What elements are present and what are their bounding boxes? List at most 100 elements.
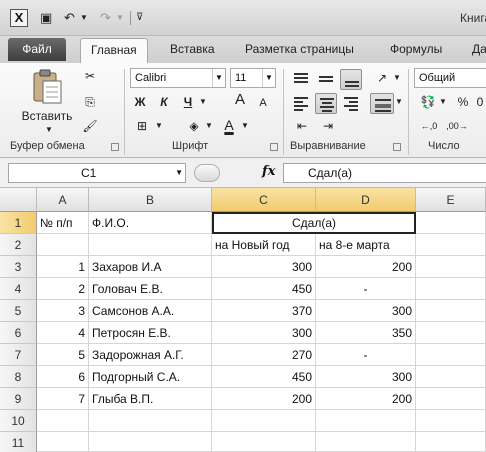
cell-e2[interactable] bbox=[416, 234, 486, 256]
cell-e1[interactable] bbox=[416, 212, 486, 234]
cell-a8[interactable]: 6 bbox=[37, 366, 89, 388]
cell-d5[interactable]: 300 bbox=[316, 300, 416, 322]
column-header-e[interactable]: E bbox=[416, 188, 486, 212]
cell-b7[interactable]: Задорожная А.Г. bbox=[89, 344, 212, 366]
row-header[interactable]: 8 bbox=[0, 366, 37, 388]
underline-button[interactable]: Ч bbox=[180, 93, 196, 113]
row-header[interactable]: 10 bbox=[0, 410, 37, 432]
cell-c7[interactable]: 270 bbox=[212, 344, 316, 366]
number-format-combo[interactable]: Общий bbox=[414, 68, 486, 88]
borders-icon[interactable]: ⊞ bbox=[132, 117, 152, 137]
cell-d9[interactable]: 200 bbox=[316, 388, 416, 410]
format-painter-icon[interactable]: 🖌 bbox=[80, 117, 100, 137]
tab-insert[interactable]: Вставка bbox=[170, 38, 215, 63]
row-header[interactable]: 11 bbox=[0, 432, 37, 452]
copy-icon[interactable]: ⎘ bbox=[80, 93, 100, 113]
chevron-down-icon[interactable]: ▼ bbox=[262, 69, 275, 87]
cell-a9[interactable]: 7 bbox=[37, 388, 89, 410]
cell-e7[interactable] bbox=[416, 344, 486, 366]
align-left-icon[interactable] bbox=[290, 93, 312, 114]
tab-page-layout[interactable]: Разметка страницы bbox=[245, 38, 354, 63]
cell-b10[interactable] bbox=[89, 410, 212, 432]
row-header[interactable]: 4 bbox=[0, 278, 37, 300]
row-header[interactable]: 5 bbox=[0, 300, 37, 322]
formula-bar-handle-icon[interactable] bbox=[194, 164, 220, 182]
fill-color-icon[interactable]: ◈ bbox=[184, 117, 204, 137]
cell-c11[interactable] bbox=[212, 432, 316, 452]
font-name-combo[interactable]: Calibri ▼ bbox=[130, 68, 226, 88]
underline-dropdown-icon[interactable]: ▼ bbox=[198, 93, 208, 113]
cell-c8[interactable]: 450 bbox=[212, 366, 316, 388]
currency-icon[interactable]: 💱 bbox=[418, 93, 438, 113]
cell-b6[interactable]: Петросян Е.В. bbox=[89, 322, 212, 344]
cell-d10[interactable] bbox=[316, 410, 416, 432]
cell-d11[interactable] bbox=[316, 432, 416, 452]
column-header-b[interactable]: B bbox=[89, 188, 212, 212]
cell-a7[interactable]: 5 bbox=[37, 344, 89, 366]
redo-icon[interactable]: ↷ bbox=[100, 9, 111, 27]
formula-input[interactable]: Сдал(а) bbox=[283, 163, 486, 183]
cell-a1[interactable]: № п/п bbox=[37, 212, 89, 234]
cell-b1[interactable]: Ф.И.О. bbox=[89, 212, 212, 234]
redo-dropdown-icon[interactable]: ▼ bbox=[116, 9, 124, 27]
italic-button[interactable]: К bbox=[156, 93, 172, 113]
align-top-icon[interactable] bbox=[290, 69, 312, 90]
cell-a5[interactable]: 3 bbox=[37, 300, 89, 322]
cell-e10[interactable] bbox=[416, 410, 486, 432]
tab-home[interactable]: Главная bbox=[80, 38, 148, 64]
merge-center-icon[interactable] bbox=[370, 93, 394, 114]
cell-c6[interactable]: 300 bbox=[212, 322, 316, 344]
excel-logo-icon[interactable]: X bbox=[10, 9, 28, 27]
paste-icon[interactable] bbox=[30, 69, 64, 105]
column-header-d[interactable]: D bbox=[316, 188, 416, 212]
shrink-font-button[interactable]: A bbox=[256, 94, 270, 114]
cell-a4[interactable]: 2 bbox=[37, 278, 89, 300]
cell-b4[interactable]: Головач Е.В. bbox=[89, 278, 212, 300]
orientation-icon[interactable]: ↗ bbox=[372, 69, 392, 89]
font-size-combo[interactable]: 11 ▼ bbox=[230, 68, 276, 88]
cell-a6[interactable]: 4 bbox=[37, 322, 89, 344]
tab-formulas[interactable]: Формулы bbox=[390, 38, 442, 63]
font-launcher-icon[interactable] bbox=[270, 143, 278, 151]
bold-button[interactable]: Ж bbox=[132, 93, 148, 113]
save-icon[interactable]: ▣ bbox=[40, 9, 52, 27]
row-header[interactable]: 2 bbox=[0, 234, 37, 256]
cell-e5[interactable] bbox=[416, 300, 486, 322]
undo-icon[interactable]: ↶ bbox=[64, 9, 75, 27]
chevron-down-icon[interactable]: ▼ bbox=[175, 164, 183, 182]
orientation-dropdown-icon[interactable]: ▼ bbox=[392, 69, 402, 89]
thousands-button[interactable]: 0 bbox=[474, 93, 486, 113]
row-header[interactable]: 6 bbox=[0, 322, 37, 344]
clipboard-launcher-icon[interactable] bbox=[111, 143, 119, 151]
cell-b11[interactable] bbox=[89, 432, 212, 452]
cell-b3[interactable]: Захаров И.А bbox=[89, 256, 212, 278]
increase-indent-icon[interactable]: ⇥ bbox=[318, 117, 338, 137]
percent-button[interactable]: % bbox=[456, 93, 470, 113]
cell-d2[interactable]: на 8-е марта bbox=[316, 234, 416, 256]
row-header[interactable]: 3 bbox=[0, 256, 37, 278]
cell-d4[interactable]: - bbox=[316, 278, 416, 300]
cell-d3[interactable]: 200 bbox=[316, 256, 416, 278]
borders-dropdown-icon[interactable]: ▼ bbox=[154, 117, 164, 137]
row-header[interactable]: 9 bbox=[0, 388, 37, 410]
name-box[interactable]: C1 ▼ bbox=[8, 163, 186, 183]
row-header[interactable]: 7 bbox=[0, 344, 37, 366]
undo-dropdown-icon[interactable]: ▼ bbox=[80, 9, 88, 27]
cell-b9[interactable]: Глыба В.П. bbox=[89, 388, 212, 410]
row-header[interactable]: 1 bbox=[0, 212, 37, 234]
cell-e8[interactable] bbox=[416, 366, 486, 388]
currency-dropdown-icon[interactable]: ▼ bbox=[438, 93, 448, 113]
merge-dropdown-icon[interactable]: ▼ bbox=[394, 93, 404, 113]
cell-c4[interactable]: 450 bbox=[212, 278, 316, 300]
cell-a2[interactable] bbox=[37, 234, 89, 256]
alignment-launcher-icon[interactable] bbox=[393, 143, 401, 151]
align-bottom-icon[interactable] bbox=[340, 69, 362, 90]
cell-d6[interactable]: 350 bbox=[316, 322, 416, 344]
cell-e3[interactable] bbox=[416, 256, 486, 278]
tab-data[interactable]: Да bbox=[472, 38, 486, 63]
cell-e11[interactable] bbox=[416, 432, 486, 452]
align-center-icon[interactable] bbox=[315, 93, 337, 114]
align-middle-icon[interactable] bbox=[315, 69, 337, 90]
cell-c1-merged-selected[interactable]: Сдал(а) bbox=[212, 212, 416, 234]
font-color-button[interactable]: A bbox=[220, 116, 238, 136]
